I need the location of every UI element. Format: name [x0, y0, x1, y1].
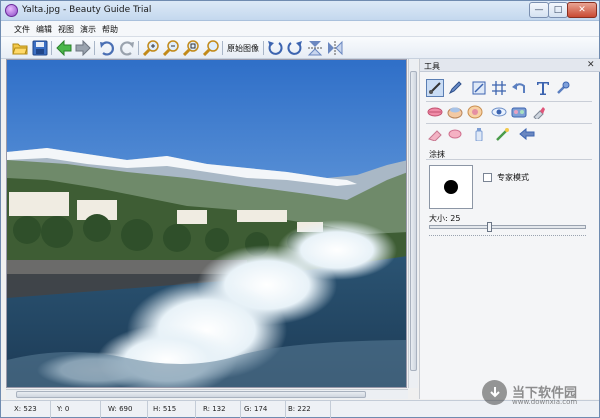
window-title: Yalta.jpg - Beauty Guide Trial	[22, 5, 152, 15]
original-image-button[interactable]: 原始图像	[227, 43, 259, 54]
tools-panel: 工具 ✕ 涂抹 专家模式 大小: 25	[419, 59, 600, 399]
lipstick-icon[interactable]	[530, 103, 548, 121]
brush-preview	[429, 165, 473, 209]
foundation-icon[interactable]	[446, 103, 464, 121]
undo-arrow-icon[interactable]	[510, 79, 528, 97]
rotate-left-icon[interactable]	[267, 40, 283, 56]
expert-mode-checkbox[interactable]	[483, 173, 492, 182]
status-blue: B: 222	[288, 405, 311, 413]
toolbar-separator	[263, 41, 264, 55]
save-icon[interactable]	[32, 40, 48, 56]
size-slider-ticks	[429, 235, 586, 238]
zoom-fit-icon[interactable]	[183, 40, 199, 56]
menu-demo[interactable]: 演示	[80, 24, 96, 35]
horizontal-scroll-thumb[interactable]	[16, 391, 366, 398]
eye-icon[interactable]	[490, 103, 508, 121]
status-width: W: 690	[108, 405, 133, 413]
menu-help[interactable]: 帮助	[102, 24, 118, 35]
maximize-button[interactable]: □	[548, 2, 568, 18]
toolbar-separator	[94, 41, 95, 55]
tools-panel-header: 工具 ✕	[420, 59, 600, 72]
wand-icon[interactable]	[494, 125, 512, 143]
menu-edit[interactable]: 编辑	[36, 24, 52, 35]
resize-icon[interactable]	[470, 79, 488, 97]
main-toolbar: 原始图像	[1, 37, 599, 59]
zoom-actual-icon[interactable]	[203, 40, 219, 56]
toolbar-separator	[222, 41, 223, 55]
open-icon[interactable]	[12, 40, 28, 56]
status-red: R: 132	[203, 405, 226, 413]
size-slider-thumb[interactable]	[487, 222, 493, 232]
app-window: Yalta.jpg - Beauty Guide Trial — □ ✕ 文件 …	[0, 0, 600, 418]
expert-mode-label: 专家模式	[497, 173, 529, 182]
menu-file[interactable]: 文件	[14, 24, 30, 35]
eyedropper-icon[interactable]	[554, 79, 572, 97]
lips-icon[interactable]	[426, 103, 444, 121]
download-arrow-icon	[482, 380, 507, 405]
bottle-icon[interactable]	[470, 125, 488, 143]
rotate-right-icon[interactable]	[287, 40, 303, 56]
horizontal-scrollbar[interactable]	[6, 389, 408, 399]
vertical-scroll-thumb[interactable]	[410, 71, 417, 371]
panel-close-icon[interactable]: ✕	[587, 60, 595, 70]
status-green: G: 174	[244, 405, 268, 413]
minimize-button[interactable]: —	[529, 2, 549, 18]
eraser-icon[interactable]	[426, 125, 444, 143]
eyeshadow-icon[interactable]	[510, 103, 528, 121]
watermark-url: www.downxia.com	[512, 398, 578, 406]
crop-grid-icon[interactable]	[490, 79, 508, 97]
back-arrow-icon[interactable]	[56, 40, 72, 56]
size-slider-track[interactable]	[429, 225, 586, 229]
vertical-scrollbar[interactable]	[408, 59, 418, 388]
brush-icon[interactable]	[426, 79, 444, 97]
forward-arrow-icon[interactable]	[75, 40, 91, 56]
toolbar-separator	[51, 41, 52, 55]
panel-divider	[426, 101, 592, 102]
image-canvas[interactable]	[6, 59, 407, 388]
undo-icon[interactable]	[99, 40, 115, 56]
title-bar[interactable]: Yalta.jpg - Beauty Guide Trial — □ ✕	[1, 1, 599, 21]
status-height: H: 515	[153, 405, 177, 413]
status-y: Y: 0	[57, 405, 70, 413]
text-icon[interactable]	[534, 79, 552, 97]
site-watermark: 当下软件园 www.downxia.com	[482, 378, 600, 408]
panel-divider	[426, 123, 592, 124]
redo-icon[interactable]	[119, 40, 135, 56]
menu-bar: 文件 编辑 视图 演示 帮助	[1, 21, 599, 37]
smudge-icon[interactable]	[446, 125, 464, 143]
pencil-icon[interactable]	[446, 79, 464, 97]
brush-dot	[444, 180, 458, 194]
zoom-out-icon[interactable]	[163, 40, 179, 56]
size-label: 大小: 25	[429, 214, 461, 223]
yalta-photo	[7, 60, 406, 387]
flip-vertical-icon[interactable]	[307, 40, 323, 56]
status-x: X: 523	[14, 405, 37, 413]
flip-horizontal-icon[interactable]	[327, 40, 343, 56]
zoom-in-icon[interactable]	[143, 40, 159, 56]
blush-icon[interactable]	[466, 103, 484, 121]
toolbar-separator	[138, 41, 139, 55]
arrow-in-icon[interactable]	[518, 125, 536, 143]
panel-divider	[426, 159, 592, 160]
menu-view[interactable]: 视图	[58, 24, 74, 35]
close-button[interactable]: ✕	[567, 2, 597, 18]
app-logo-icon	[5, 4, 18, 17]
tools-panel-title: 工具	[424, 62, 440, 71]
